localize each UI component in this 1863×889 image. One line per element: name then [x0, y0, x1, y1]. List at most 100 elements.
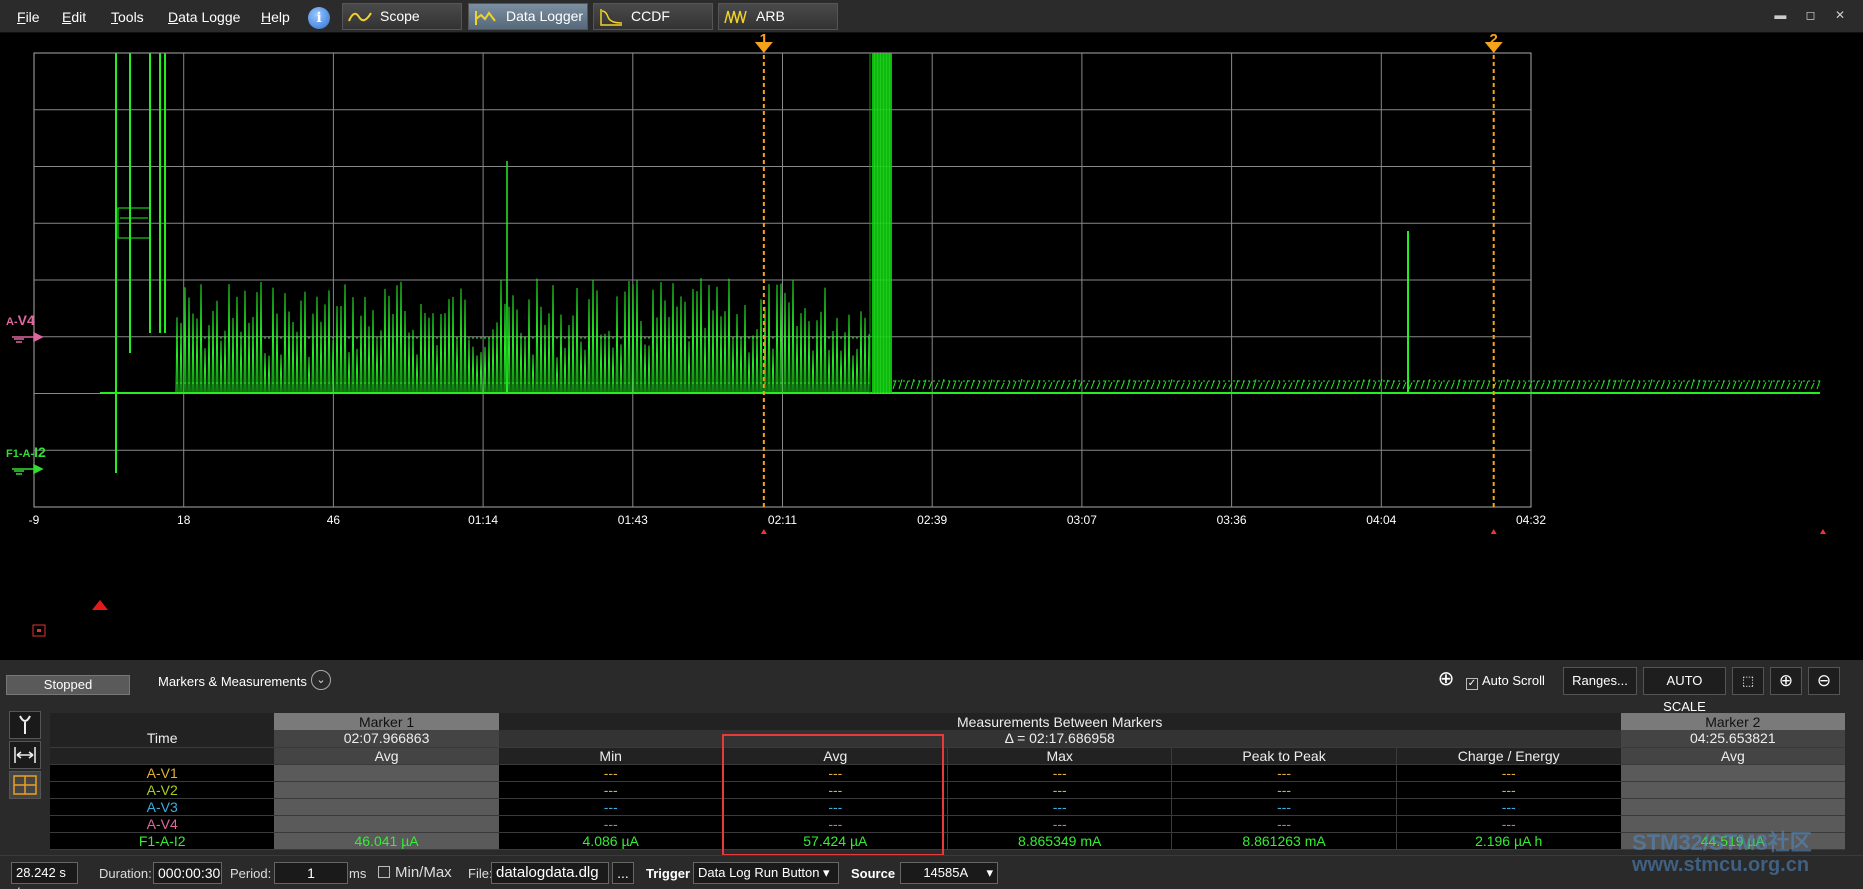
checkbox-icon [378, 866, 390, 878]
duration-field[interactable]: 000:00:30 [153, 862, 222, 884]
marker-tick-icon [760, 529, 767, 534]
timescale-select[interactable]: 28.242 s / ▾ [11, 862, 78, 889]
scope-wave-icon [348, 12, 372, 22]
measurement-value: --- [1396, 781, 1621, 799]
tab-label: Data Logger [506, 8, 584, 24]
measurement-value: --- [498, 798, 724, 816]
info-icon[interactable]: i [308, 7, 330, 29]
x-tick-label: 02:39 [917, 513, 947, 527]
source-select[interactable]: 14585A ▾ [900, 862, 998, 884]
delta-time: Δ = 02:17.686958 [498, 730, 1621, 748]
channel-i2-ground-icon [12, 463, 44, 475]
trigger-label: Trigger [646, 866, 691, 881]
tab-arb[interactable]: ARB [718, 3, 838, 30]
marker-tick-icon [1490, 529, 1497, 534]
marker1-avg-value [274, 781, 499, 799]
measurement-value: 2.196 µA h [1396, 832, 1621, 850]
tab-ccdf[interactable]: CCDF [593, 3, 713, 30]
measurement-value: --- [1171, 798, 1397, 816]
tab-scope[interactable]: Scope [342, 3, 462, 30]
measurement-value: 4.086 µA [498, 832, 724, 850]
marker-label: 1 [760, 33, 768, 48]
zoom-in-icon[interactable]: ⊕ [1770, 667, 1802, 695]
window-controls[interactable]: ▬ ◻ ✕ [1774, 8, 1853, 22]
chart-area[interactable]: 12 -9 18 46 01:14 01:43 02:11 02:39 03:07 03:36 0… [0, 33, 1863, 691]
time-label: Time [50, 730, 275, 748]
duration-label: Duration: [99, 866, 152, 881]
row-channel-name: A-V4 [50, 815, 275, 833]
menu-tools[interactable]: Tools [111, 9, 144, 25]
measurement-value: --- [1396, 764, 1621, 782]
file-label: File: [468, 866, 493, 881]
file-field[interactable]: datalogdata.dlg [491, 862, 609, 884]
period-label: Period: [230, 866, 272, 881]
row-channel-name: F1-A-I2 [50, 832, 275, 850]
chevron-down-icon[interactable]: ⌄ [311, 670, 331, 690]
tab-label: CCDF [631, 8, 670, 24]
marker2-avg-value [1620, 781, 1845, 799]
auto-scroll-checkbox[interactable]: ✓ Auto Scroll [1466, 673, 1545, 690]
marker-label: 2 [1490, 33, 1498, 48]
panel-title: Markers & Measurements [158, 674, 307, 689]
measurement-value: --- [723, 798, 949, 816]
measurement-value: 8.865349 mA [947, 832, 1173, 850]
x-tick-label: 04:04 [1366, 513, 1396, 527]
table-row: A-V2 --- --- --- --- --- [50, 781, 1845, 799]
probe-icon[interactable] [9, 711, 41, 739]
channel-label-v4[interactable]: A-V4 [6, 312, 35, 328]
grid-icon[interactable] [9, 771, 41, 799]
zoom-box-icon[interactable]: ⬚ [1732, 667, 1764, 695]
menu-file[interactable]: File [17, 9, 40, 25]
marker-layer: 12 [754, 33, 1826, 534]
source-label: Source [851, 866, 896, 881]
watermark: STM32/STM8社区 www.stmcu.org.cn [1632, 830, 1812, 877]
x-tick-label: 02:11 [768, 513, 797, 527]
menu-edit[interactable]: Edit [62, 9, 86, 25]
between-header: Measurements Between Markers [498, 713, 1621, 730]
current-trace [100, 53, 1821, 473]
menu-data-logger[interactable]: Data Logge [168, 9, 240, 25]
x-tick-label: 01:14 [468, 513, 498, 527]
measurement-value: --- [1396, 815, 1621, 833]
col-min-header: Min [498, 747, 724, 765]
menu-help[interactable]: Help [261, 9, 290, 25]
measurement-value: --- [1396, 798, 1621, 816]
x-tick-label: 18 [177, 513, 191, 527]
measurement-value: 57.424 µA [723, 832, 949, 850]
tab-label: Scope [380, 8, 420, 24]
auto-scale-button[interactable]: AUTO SCALE [1643, 667, 1726, 714]
x-tick-label: 03:07 [1067, 513, 1097, 527]
measurement-value: --- [723, 764, 949, 782]
data-logger-icon [475, 11, 496, 25]
browse-button[interactable]: ... [612, 862, 634, 884]
col-charge-header: Charge / Energy [1396, 747, 1621, 765]
marker1-avg-value [274, 815, 499, 833]
period-field[interactable]: 1 [274, 862, 348, 884]
minmax-checkbox[interactable]: Min/Max [378, 864, 452, 881]
trigger-select[interactable]: Data Log Run Button ▾ [693, 862, 839, 884]
channel-label-i2[interactable]: F1-A-I2 [6, 444, 46, 460]
x-tick-label: 03:36 [1217, 513, 1247, 527]
table-row: A-V4 --- --- --- --- --- [50, 815, 1845, 833]
measurement-value: --- [498, 781, 724, 799]
tab-data-logger[interactable]: Data Logger [468, 3, 588, 30]
table-row: A-V3 --- --- --- --- --- [50, 798, 1845, 816]
marker-span-icon[interactable] [9, 741, 41, 769]
tab-label: ARB [756, 8, 785, 24]
arb-wave-icon [724, 10, 747, 24]
col-max-header: Max [947, 747, 1173, 765]
add-marker-icon[interactable]: ⊕ [1434, 667, 1458, 695]
col-p2p-header: Peak to Peak [1171, 747, 1397, 765]
measurement-value: 8.861263 mA [1171, 832, 1397, 850]
table-row: A-V1 --- --- --- --- --- [50, 764, 1845, 782]
x-tick-label: 04:32 [1516, 513, 1546, 527]
ranges-button[interactable]: Ranges... [1563, 667, 1637, 695]
measurement-value: --- [1171, 764, 1397, 782]
data-logger-plot[interactable]: 12 -9 18 46 01:14 01:43 02:11 02:39 03:07 03:36 0… [0, 33, 1863, 660]
row-channel-name: A-V3 [50, 798, 275, 816]
x-tick-label: -9 [29, 513, 40, 527]
measurement-value: --- [1171, 815, 1397, 833]
trigger-marker-icon[interactable] [92, 600, 108, 610]
zoom-out-icon[interactable]: ⊖ [1808, 667, 1840, 695]
marker1-avg-value: 46.041 µA [274, 832, 499, 850]
